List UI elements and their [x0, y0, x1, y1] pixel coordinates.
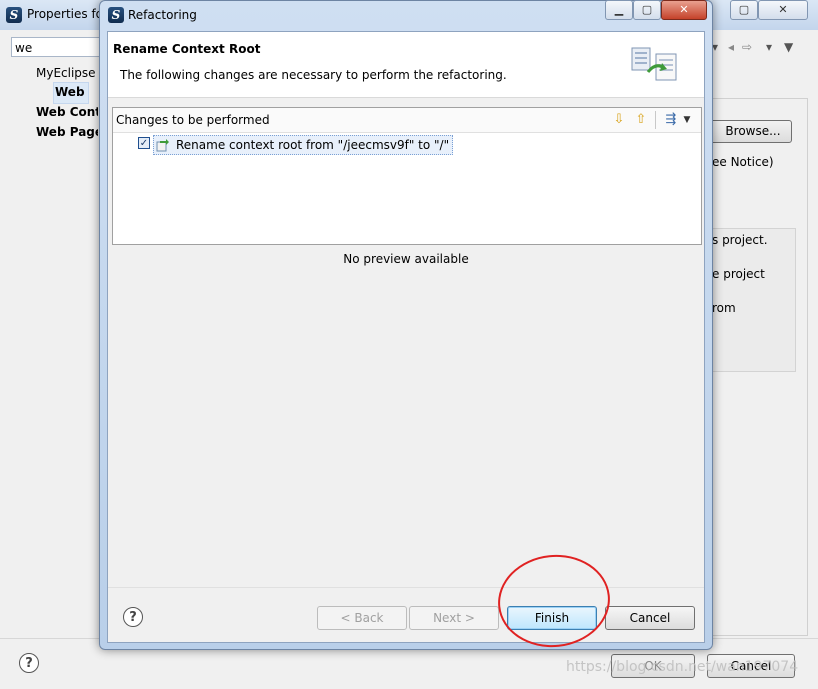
- page-title: Rename Context Root: [113, 42, 261, 56]
- help-icon: ?: [123, 607, 143, 627]
- rename-change-icon: [156, 139, 169, 152]
- next-button[interactable]: Next >: [409, 606, 499, 630]
- dialog-title: Refactoring: [128, 8, 197, 22]
- tree-item-myeclipse[interactable]: MyEclipse: [36, 66, 96, 80]
- tree-item-web-page[interactable]: Web Page: [36, 125, 98, 139]
- changes-label: Changes to be performed: [116, 113, 270, 127]
- dialog-footer-separator: [108, 587, 704, 588]
- bg-close-button[interactable]: ✕: [758, 0, 808, 20]
- help-icon: ?: [19, 653, 39, 673]
- finish-button[interactable]: Finish: [507, 606, 597, 630]
- back-arrow-icon[interactable]: ◂: [728, 40, 734, 54]
- properties-window-title: Properties fo: [27, 7, 101, 21]
- refactor-wizard-icon: [631, 47, 677, 81]
- browse-button[interactable]: Browse...: [708, 120, 792, 143]
- forward-dropdown-icon[interactable]: ▾: [766, 40, 772, 54]
- info-line-1: s project.: [712, 233, 768, 247]
- notice-text: ee Notice): [712, 155, 774, 169]
- filter-dropdown-icon[interactable]: ▼: [681, 111, 693, 129]
- help-button[interactable]: ?: [123, 607, 143, 627]
- change-checkbox[interactable]: ✓: [138, 137, 150, 149]
- bg-help-button[interactable]: ?: [19, 653, 39, 673]
- tree-item-web[interactable]: Web: [55, 85, 85, 99]
- close-button[interactable]: ✕: [661, 0, 707, 20]
- myeclipse-logo-icon: S: [108, 7, 124, 23]
- back-button[interactable]: < Back: [317, 606, 407, 630]
- properties-nav-toolbar: ▾ ◂ ⇨ ▾ ▼: [712, 38, 812, 58]
- changes-panel: Changes to be performed ⇩ ⇧ ⇶ ▼ ✓ Rename…: [112, 107, 702, 245]
- changes-toolbar: Changes to be performed ⇩ ⇧ ⇶ ▼: [113, 108, 701, 133]
- forward-arrow-icon[interactable]: ⇨: [742, 40, 752, 54]
- next-change-arrow-icon[interactable]: ⇩: [610, 111, 628, 129]
- wizard-header: Rename Context Root The following change…: [108, 32, 704, 98]
- info-line-2: e project: [712, 267, 765, 281]
- info-line-3: rom: [712, 301, 736, 315]
- no-preview-message: No preview available: [343, 252, 469, 266]
- info-box: [712, 228, 796, 372]
- watermark-text: https://blog.csdn.net/wan197074: [566, 659, 799, 675]
- dialog-client-area: Rename Context Root The following change…: [107, 31, 705, 643]
- toolbar-separator: [655, 111, 656, 129]
- minimize-button[interactable]: ▁: [605, 0, 633, 20]
- change-row[interactable]: Rename context root from "/jeecmsv9f" to…: [153, 135, 454, 155]
- maximize-button[interactable]: ▢: [633, 0, 661, 20]
- view-menu-icon[interactable]: ▼: [784, 40, 793, 54]
- cancel-button[interactable]: Cancel: [605, 606, 695, 630]
- myeclipse-logo-icon: S: [6, 7, 22, 23]
- page-description: The following changes are necessary to p…: [120, 68, 507, 82]
- change-description: Rename context root from "/jeecmsv9f" to…: [176, 138, 450, 152]
- tree-item-web-context[interactable]: Web Cont: [36, 105, 98, 119]
- refactoring-dialog: S Refactoring ▁ ▢ ✕ Rename Context Root …: [99, 0, 713, 650]
- previous-change-arrow-icon[interactable]: ⇧: [632, 111, 650, 129]
- filter-input[interactable]: we: [11, 37, 101, 57]
- bg-maximize-button[interactable]: ▢: [730, 0, 758, 20]
- filter-changes-icon[interactable]: ⇶: [663, 111, 679, 129]
